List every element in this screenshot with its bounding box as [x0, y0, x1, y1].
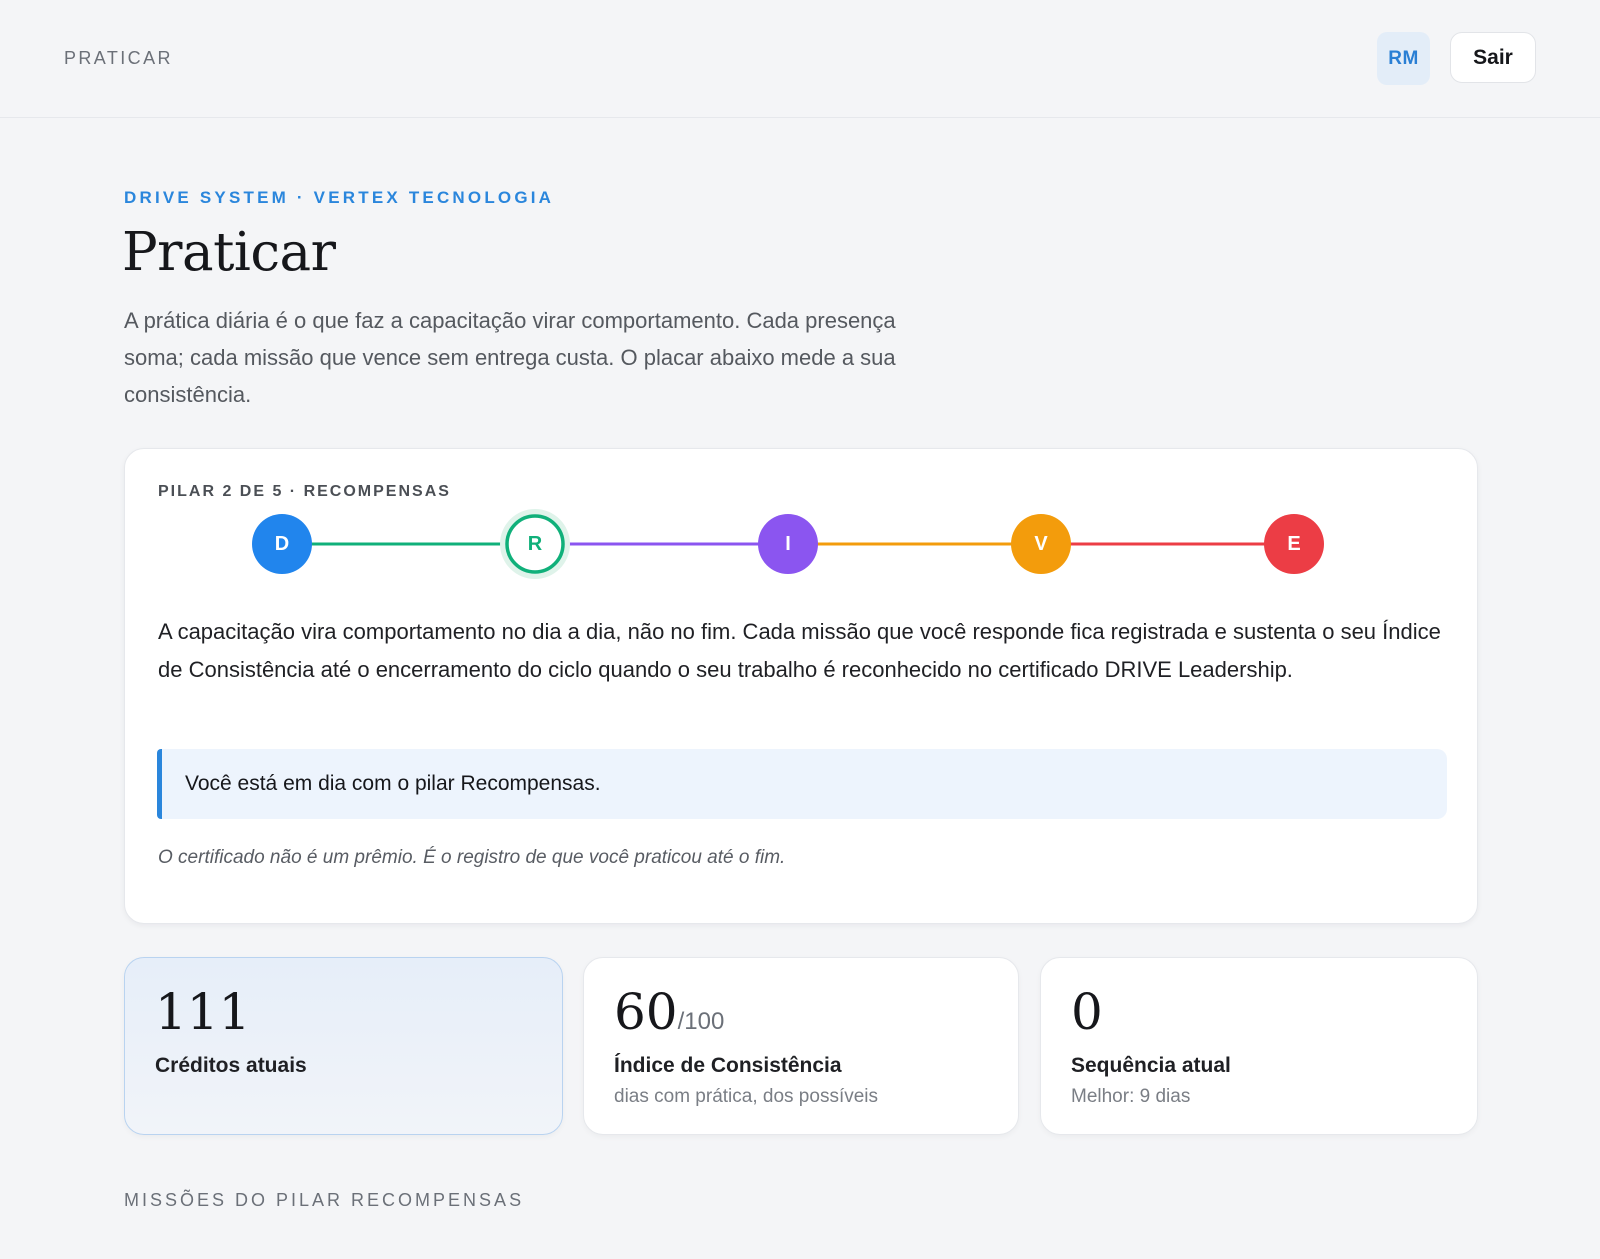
logout-button[interactable]: Sair [1450, 32, 1536, 83]
step-v-letter[interactable]: V [1011, 514, 1071, 574]
stat-card-streak[interactable]: 0 Sequência atual Melhor: 9 dias [1040, 957, 1478, 1135]
pillar-description: A capacitação vira comportamento no dia … [158, 619, 1441, 682]
missions-section-label: MISSÕES DO PILAR RECOMPENSAS [124, 1190, 525, 1210]
stat-label: Créditos atuais [155, 1054, 307, 1077]
stat-card-credits[interactable]: 111 Créditos atuais [124, 957, 563, 1135]
stat-label: Sequência atual [1071, 1054, 1231, 1077]
certificate-quote: O certificado não é um prêmio. É o regis… [158, 847, 786, 868]
avatar[interactable]: RM [1377, 32, 1430, 85]
breadcrumb-eyebrow: DRIVE SYSTEM · VERTEX TECNOLOGIA [124, 188, 555, 207]
page-title: Praticar [122, 222, 336, 283]
step-r-letter[interactable]: R [505, 514, 565, 574]
app-section-title: PRATICAR [64, 48, 173, 68]
page-intro: A prática diária é o que faz a capacitaç… [124, 308, 896, 407]
step-e-letter[interactable]: E [1264, 514, 1324, 574]
top-bar: PRATICAR RM Sair [0, 0, 1600, 118]
stat-sublabel: Melhor: 9 dias [1071, 1086, 1191, 1107]
step-i-letter[interactable]: I [758, 514, 818, 574]
status-callout: Você está em dia com o pilar Recompensas… [157, 749, 1447, 819]
stat-value: 0 [1071, 983, 1103, 1041]
stat-card-consistency[interactable]: 60/100 Índice de Consistência dias com p… [583, 957, 1019, 1135]
stat-value: 111 [155, 983, 251, 1041]
pillar-stepper: D R I V E [125, 449, 1479, 599]
pillar-card: PILAR 2 DE 5 · RECOMPENSAS D R I V E A c… [124, 448, 1478, 924]
stat-label: Índice de Consistência [614, 1054, 842, 1077]
stat-sublabel: dias com prática, dos possíveis [614, 1086, 879, 1107]
step-d-letter[interactable]: D [252, 514, 312, 574]
stat-value: 60/100 [614, 983, 725, 1041]
